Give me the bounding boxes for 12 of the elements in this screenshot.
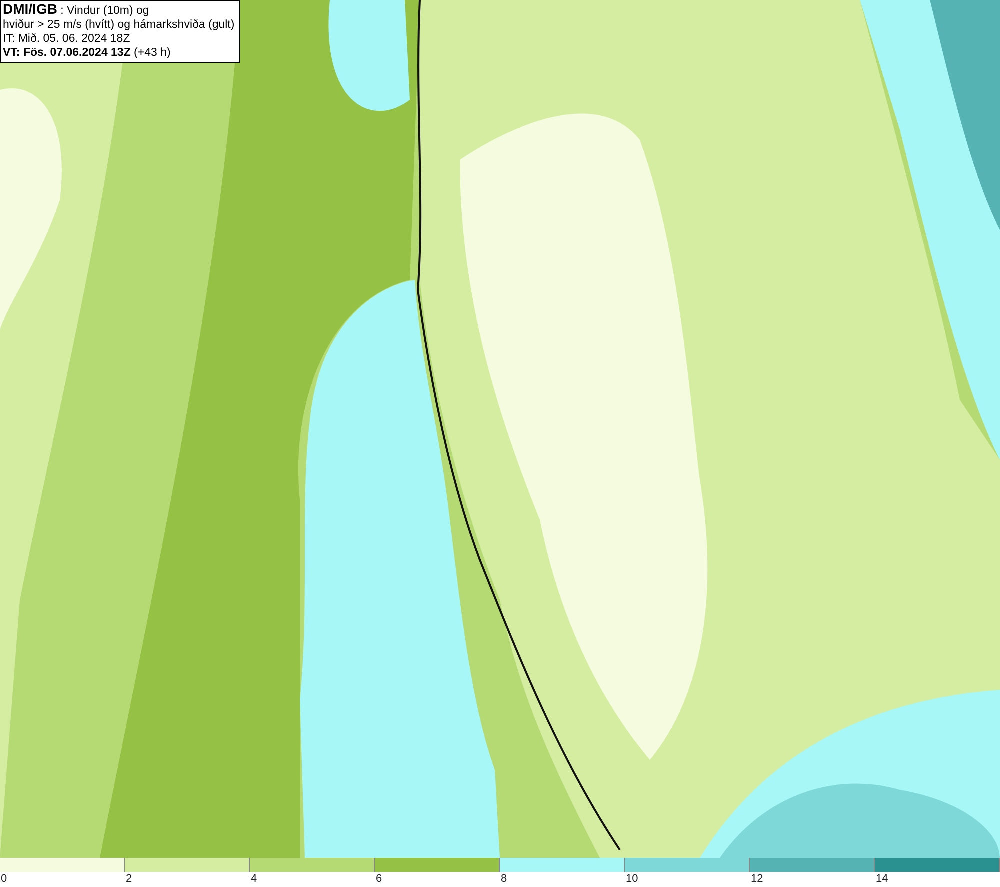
legend-label: 8 xyxy=(501,872,508,887)
legend-label: 14 xyxy=(876,872,888,887)
title-line: IT: Mið. 05. 06. 2024 18Z xyxy=(3,32,132,46)
legend-label: 0 xyxy=(1,872,8,887)
legend-label: 4 xyxy=(251,872,258,887)
title-line: DMI/IGB : Vindur (10m) og xyxy=(3,2,150,18)
legend-label: 6 xyxy=(376,872,382,887)
legend-label: 2 xyxy=(126,872,132,887)
legend-label: 10 xyxy=(626,872,638,887)
legend-label: 12 xyxy=(751,872,764,887)
title-line: hviður > 25 m/s (hvítt) og hámarkshviða (gult) xyxy=(3,18,235,32)
title-line: VT: Fös. 07.06.2024 13Z (+43 h) xyxy=(3,46,172,60)
